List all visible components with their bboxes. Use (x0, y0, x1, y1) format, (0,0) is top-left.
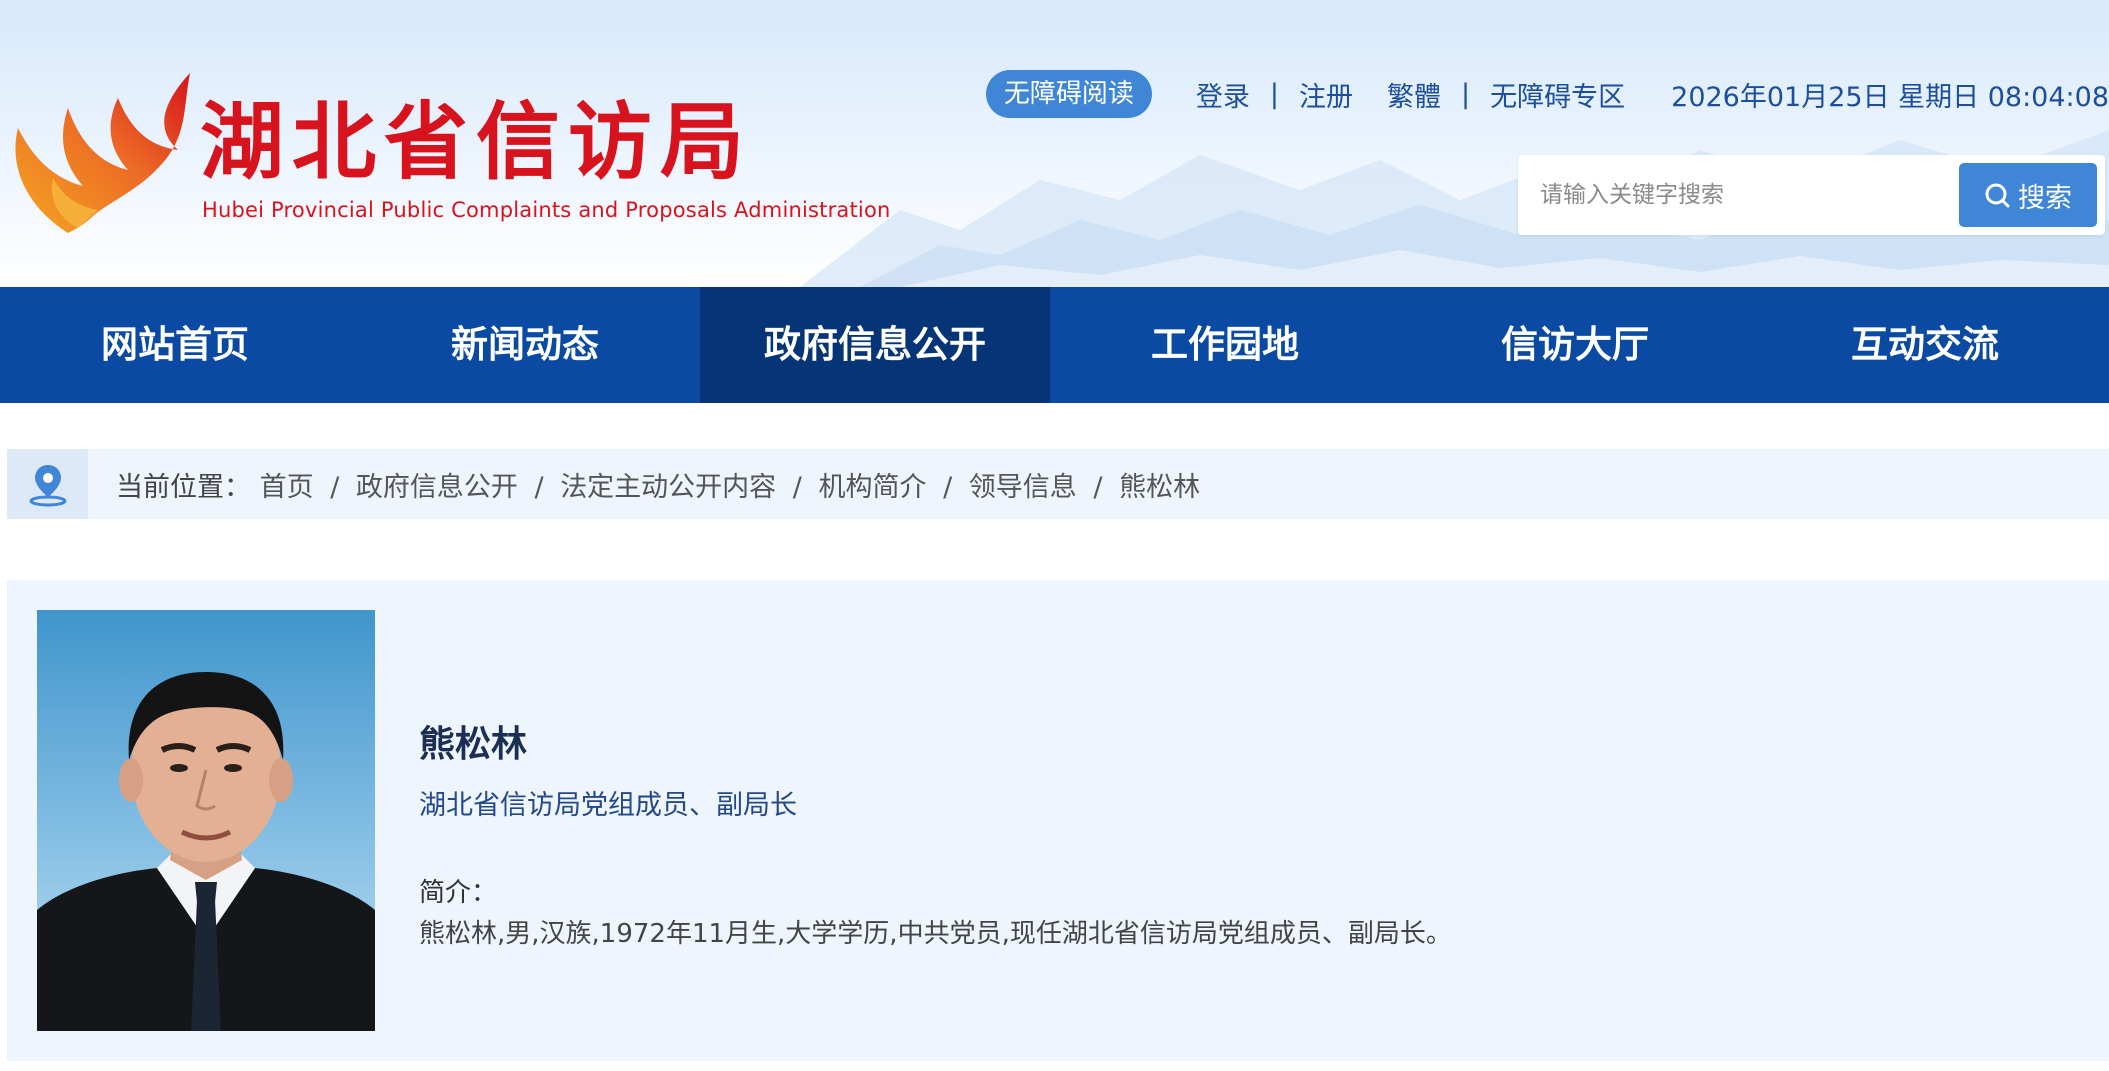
logo-emblem-icon (15, 73, 190, 233)
breadcrumb-prefix: 当前位置： (116, 471, 251, 503)
breadcrumb-item-statutory[interactable]: 法定主动公开内容 (560, 472, 776, 503)
nav-item-home[interactable]: 网站首页 (0, 287, 350, 403)
traditional-chinese-link[interactable]: 繁體 (1387, 75, 1441, 114)
breadcrumb-icon-box (7, 449, 88, 519)
site-header: 湖北省信访局 Hubei Provincial Public Complaint… (0, 0, 2109, 287)
nav-item-interaction[interactable]: 互动交流 (1750, 287, 2100, 403)
search-button[interactable]: 搜索 (1959, 163, 2097, 227)
breadcrumb-item-gov-info[interactable]: 政府信息公开 (356, 472, 518, 503)
search-button-label: 搜索 (2018, 182, 2072, 214)
breadcrumb-separator: / (943, 471, 953, 503)
leader-name: 熊松林 (419, 724, 528, 765)
main-nav: 网站首页 新闻动态 政府信息公开 工作园地 信访大厅 互动交流 (0, 287, 2109, 403)
breadcrumb-separator: / (534, 471, 544, 503)
breadcrumb-separator: / (330, 471, 340, 503)
nav-item-work[interactable]: 工作园地 (1050, 287, 1400, 403)
intro-label: 简介： (419, 878, 498, 908)
site-subtitle: Hubei Provincial Public Complaints and P… (202, 198, 891, 222)
search-icon (1985, 183, 2010, 208)
link-separator: | (1269, 78, 1280, 110)
login-link[interactable]: 登录 (1196, 75, 1250, 114)
leader-portrait-photo (37, 610, 375, 1031)
site-title: 湖北省信访局 (200, 92, 753, 191)
breadcrumb-separator: / (792, 471, 802, 503)
nav-item-news[interactable]: 新闻动态 (350, 287, 700, 403)
top-links-bar: 无障碍阅读 登录 | 注册 繁體 | 无障碍专区 2026年01月25日 星期日… (985, 70, 2109, 118)
breadcrumb-item-org-intro[interactable]: 机构简介 (818, 472, 926, 503)
search-box: 搜索 (1518, 155, 2105, 235)
location-pin-icon (29, 465, 66, 507)
link-separator: | (1461, 78, 1471, 110)
nav-item-petition-hall[interactable]: 信访大厅 (1400, 287, 1750, 403)
search-input[interactable] (1530, 165, 1950, 225)
accessibility-reading-button[interactable]: 无障碍阅读 (985, 70, 1152, 118)
breadcrumb: 当前位置： 首页 / 政府信息公开 / 法定主动公开内容 / 机构简介 / 领导… (7, 449, 2109, 519)
leader-position: 湖北省信访局党组成员、副局长 (419, 790, 797, 821)
breadcrumb-item-leaders[interactable]: 领导信息 (969, 472, 1077, 503)
breadcrumb-separator: / (1093, 471, 1103, 503)
leader-bio: 熊松林,男,汉族,1972年11月生,大学学历,中共党员,现任湖北省信访局党组成… (419, 919, 1452, 949)
accessibility-zone-link[interactable]: 无障碍专区 (1490, 75, 1625, 114)
register-link[interactable]: 注册 (1299, 75, 1353, 114)
current-datetime: 2026年01月25日 星期日 08:04:08 (1671, 81, 2109, 113)
breadcrumb-current: 熊松林 (1119, 471, 1201, 503)
breadcrumb-item-home[interactable]: 首页 (260, 472, 314, 503)
nav-item-gov-info[interactable]: 政府信息公开 (700, 287, 1050, 403)
leader-profile-panel: 熊松林 湖北省信访局党组成员、副局长 简介： 熊松林,男,汉族,1972年11月… (7, 580, 2109, 1061)
breadcrumb-trail: 当前位置： 首页 / 政府信息公开 / 法定主动公开内容 / 机构简介 / 领导… (116, 465, 1200, 504)
